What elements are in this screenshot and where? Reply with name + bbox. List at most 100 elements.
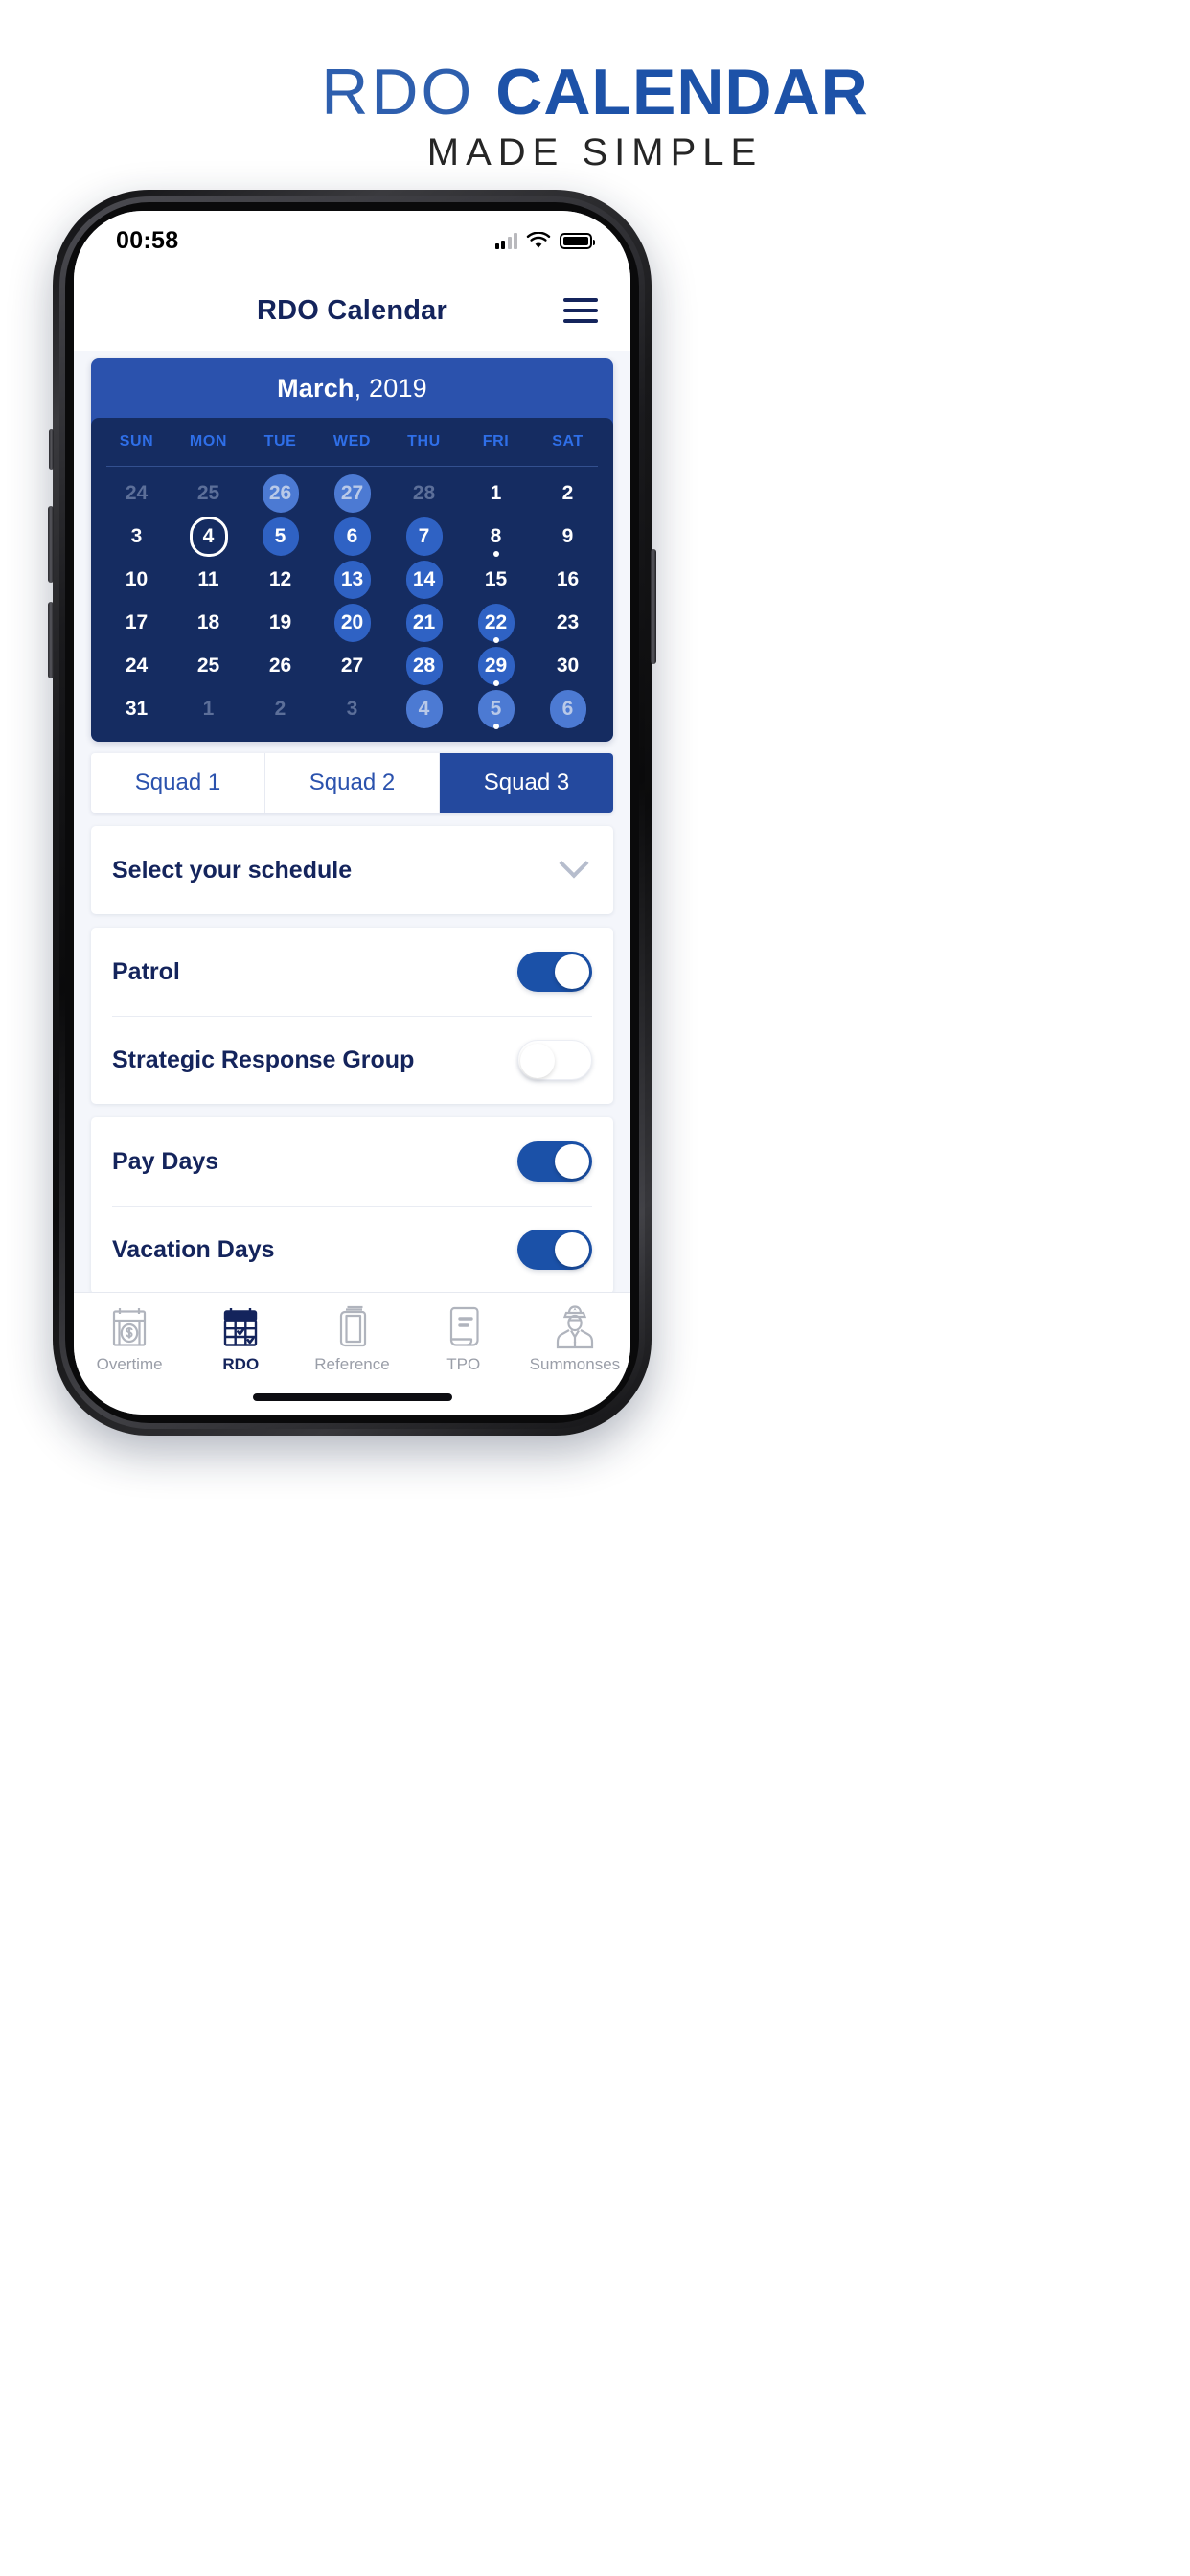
setting-toggle-switch[interactable] xyxy=(517,1230,592,1270)
calendar-dollar-icon xyxy=(107,1302,151,1350)
schedule-selector-row[interactable]: Select your schedule xyxy=(91,826,613,914)
calendar-day-cell[interactable]: 19 xyxy=(244,602,316,644)
calendar-day-cell[interactable]: 12 xyxy=(244,559,316,601)
calendar-day-cell[interactable]: 3 xyxy=(316,688,388,730)
calendar-day-cell[interactable]: 5 xyxy=(244,516,316,558)
setting-row[interactable]: Strategic Response Group xyxy=(91,1016,613,1104)
calendar-day-number: 15 xyxy=(484,568,508,590)
promo-subtitle: MADE SIMPLE xyxy=(426,131,764,174)
calendar-day-cell[interactable]: 30 xyxy=(532,645,604,687)
setting-label: Pay Days xyxy=(112,1147,219,1175)
calendar-day-cell[interactable]: 7 xyxy=(388,516,460,558)
volume-down-button[interactable] xyxy=(48,602,54,678)
calendar-grid-wrapper: SUN MON TUE WED THU FRI SAT 24 25 26 27 28 1 2 3 4 5 6 7 8… xyxy=(91,418,613,742)
calendar-day-cell[interactable]: 24 xyxy=(101,472,172,515)
tab-tpo[interactable]: TPO xyxy=(408,1302,519,1374)
tab-reference[interactable]: Reference xyxy=(296,1302,407,1374)
calendar-day-cell[interactable]: 2 xyxy=(244,688,316,730)
calendar-day-cell[interactable]: 26 xyxy=(244,645,316,687)
calendar-day-cell[interactable]: 5 xyxy=(460,688,532,730)
calendar-day-cell[interactable]: 28 xyxy=(388,645,460,687)
calendar-day-cell[interactable]: 15 xyxy=(460,559,532,601)
calendar-day-cell[interactable]: 16 xyxy=(532,559,604,601)
calendar-day-number: 11 xyxy=(197,568,219,590)
calendar-day-cell[interactable]: 14 xyxy=(388,559,460,601)
calendar-day-cell[interactable]: 6 xyxy=(532,688,604,730)
calendar-day-number: 21 xyxy=(405,604,443,642)
calendar-day-cell[interactable]: 6 xyxy=(316,516,388,558)
tab-summonses[interactable]: Summonses xyxy=(519,1302,630,1374)
calendar-day-cell[interactable]: 24 xyxy=(101,645,172,687)
tab-overtime[interactable]: Overtime xyxy=(74,1302,185,1374)
calendar-month-header[interactable]: March, 2019 xyxy=(91,358,613,418)
cellular-bars-icon xyxy=(494,232,517,249)
calendar-day-cell[interactable]: 17 xyxy=(101,602,172,644)
calendar-day-cell[interactable]: 4 xyxy=(388,688,460,730)
setting-toggle-switch[interactable] xyxy=(517,1040,592,1080)
calendar-day-cell[interactable]: 1 xyxy=(172,688,244,730)
status-bar: 00:58 xyxy=(74,211,630,270)
calendar-weekday-divider xyxy=(106,466,598,467)
calendar-day-cell[interactable]: 25 xyxy=(172,645,244,687)
calendar-day-number: 4 xyxy=(189,517,228,557)
calendar-day-number: 25 xyxy=(196,482,220,504)
calendar-day-cell[interactable]: 10 xyxy=(101,559,172,601)
silent-switch-button[interactable] xyxy=(49,429,54,470)
promo-title-bold: CALENDAR xyxy=(495,56,869,128)
calendar-day-cell[interactable]: 27 xyxy=(316,645,388,687)
chevron-down-icon[interactable] xyxy=(559,848,589,879)
volume-up-button[interactable] xyxy=(48,506,54,583)
setting-toggle-switch[interactable] xyxy=(517,952,592,992)
battery-icon xyxy=(560,232,595,249)
tab-rdo[interactable]: RDO xyxy=(185,1302,296,1374)
calendar-day-number: 12 xyxy=(268,568,292,590)
toggle-knob xyxy=(555,954,589,989)
setting-row[interactable]: Vacation Days xyxy=(91,1206,613,1294)
calendar-day-number: 9 xyxy=(561,525,574,547)
setting-toggle-switch[interactable] xyxy=(517,1141,592,1182)
calendar-day-cell[interactable]: 28 xyxy=(388,472,460,515)
calendar-day-cell[interactable]: 2 xyxy=(532,472,604,515)
squad-tab-1[interactable]: Squad 1 xyxy=(91,753,265,813)
calendar-day-cell[interactable]: 1 xyxy=(460,472,532,515)
calendar-day-cell[interactable]: 27 xyxy=(316,472,388,515)
calendar-day-cell[interactable]: 18 xyxy=(172,602,244,644)
calendar-day-cell[interactable]: 20 xyxy=(316,602,388,644)
power-button[interactable] xyxy=(651,549,656,664)
calendar-day-number: 7 xyxy=(405,518,443,556)
calendar-day-cell[interactable]: 4 xyxy=(172,516,244,558)
calendar-day-cell[interactable]: 8 xyxy=(460,516,532,558)
calendar-day-cell[interactable]: 23 xyxy=(532,602,604,644)
setting-row[interactable]: Pay Days xyxy=(91,1117,613,1206)
calendar-day-number: 24 xyxy=(125,655,149,677)
calendar-day-number: 19 xyxy=(268,611,292,633)
weekday-label-fri: FRI xyxy=(482,433,510,449)
hamburger-menu-icon[interactable] xyxy=(563,298,598,323)
calendar-day-number: 1 xyxy=(490,482,502,504)
calendar-day-cell[interactable]: 13 xyxy=(316,559,388,601)
calendar-day-cell[interactable]: 31 xyxy=(101,688,172,730)
calendar-day-number: 28 xyxy=(412,482,436,504)
calendar-day-cell[interactable]: 21 xyxy=(388,602,460,644)
calendar-day-cell[interactable]: 25 xyxy=(172,472,244,515)
calendar-day-cell[interactable]: 3 xyxy=(101,516,172,558)
bottom-tab-bar: Overtime RDO Reference TPO Summonses xyxy=(74,1292,630,1414)
squad-tab-3[interactable]: Squad 3 xyxy=(440,753,613,813)
calendar-day-cell[interactable]: 9 xyxy=(532,516,604,558)
squad-tab-2[interactable]: Squad 2 xyxy=(265,753,440,813)
home-indicator[interactable] xyxy=(252,1393,452,1401)
calendar-day-cell[interactable]: 22 xyxy=(460,602,532,644)
tab-label: Overtime xyxy=(96,1355,163,1373)
weekday-label-tue: TUE xyxy=(263,433,297,449)
calendar-day-number: 3 xyxy=(346,698,358,720)
setting-row[interactable]: Patrol xyxy=(91,928,613,1016)
status-bar-indicators xyxy=(494,231,595,250)
calendar-day-cell[interactable]: 11 xyxy=(172,559,244,601)
weekday-label-wed: WED xyxy=(332,433,372,449)
phone-mockup: 00:58 RDO Calendar March, 2019 SUN MON T… xyxy=(48,190,656,1436)
calendar-day-cell[interactable]: 26 xyxy=(244,472,316,515)
calendar-day-number: 20 xyxy=(333,604,371,642)
calendar-day-number: 2 xyxy=(561,482,574,504)
weekday-label-sun: SUN xyxy=(119,433,154,449)
calendar-day-cell[interactable]: 29 xyxy=(460,645,532,687)
